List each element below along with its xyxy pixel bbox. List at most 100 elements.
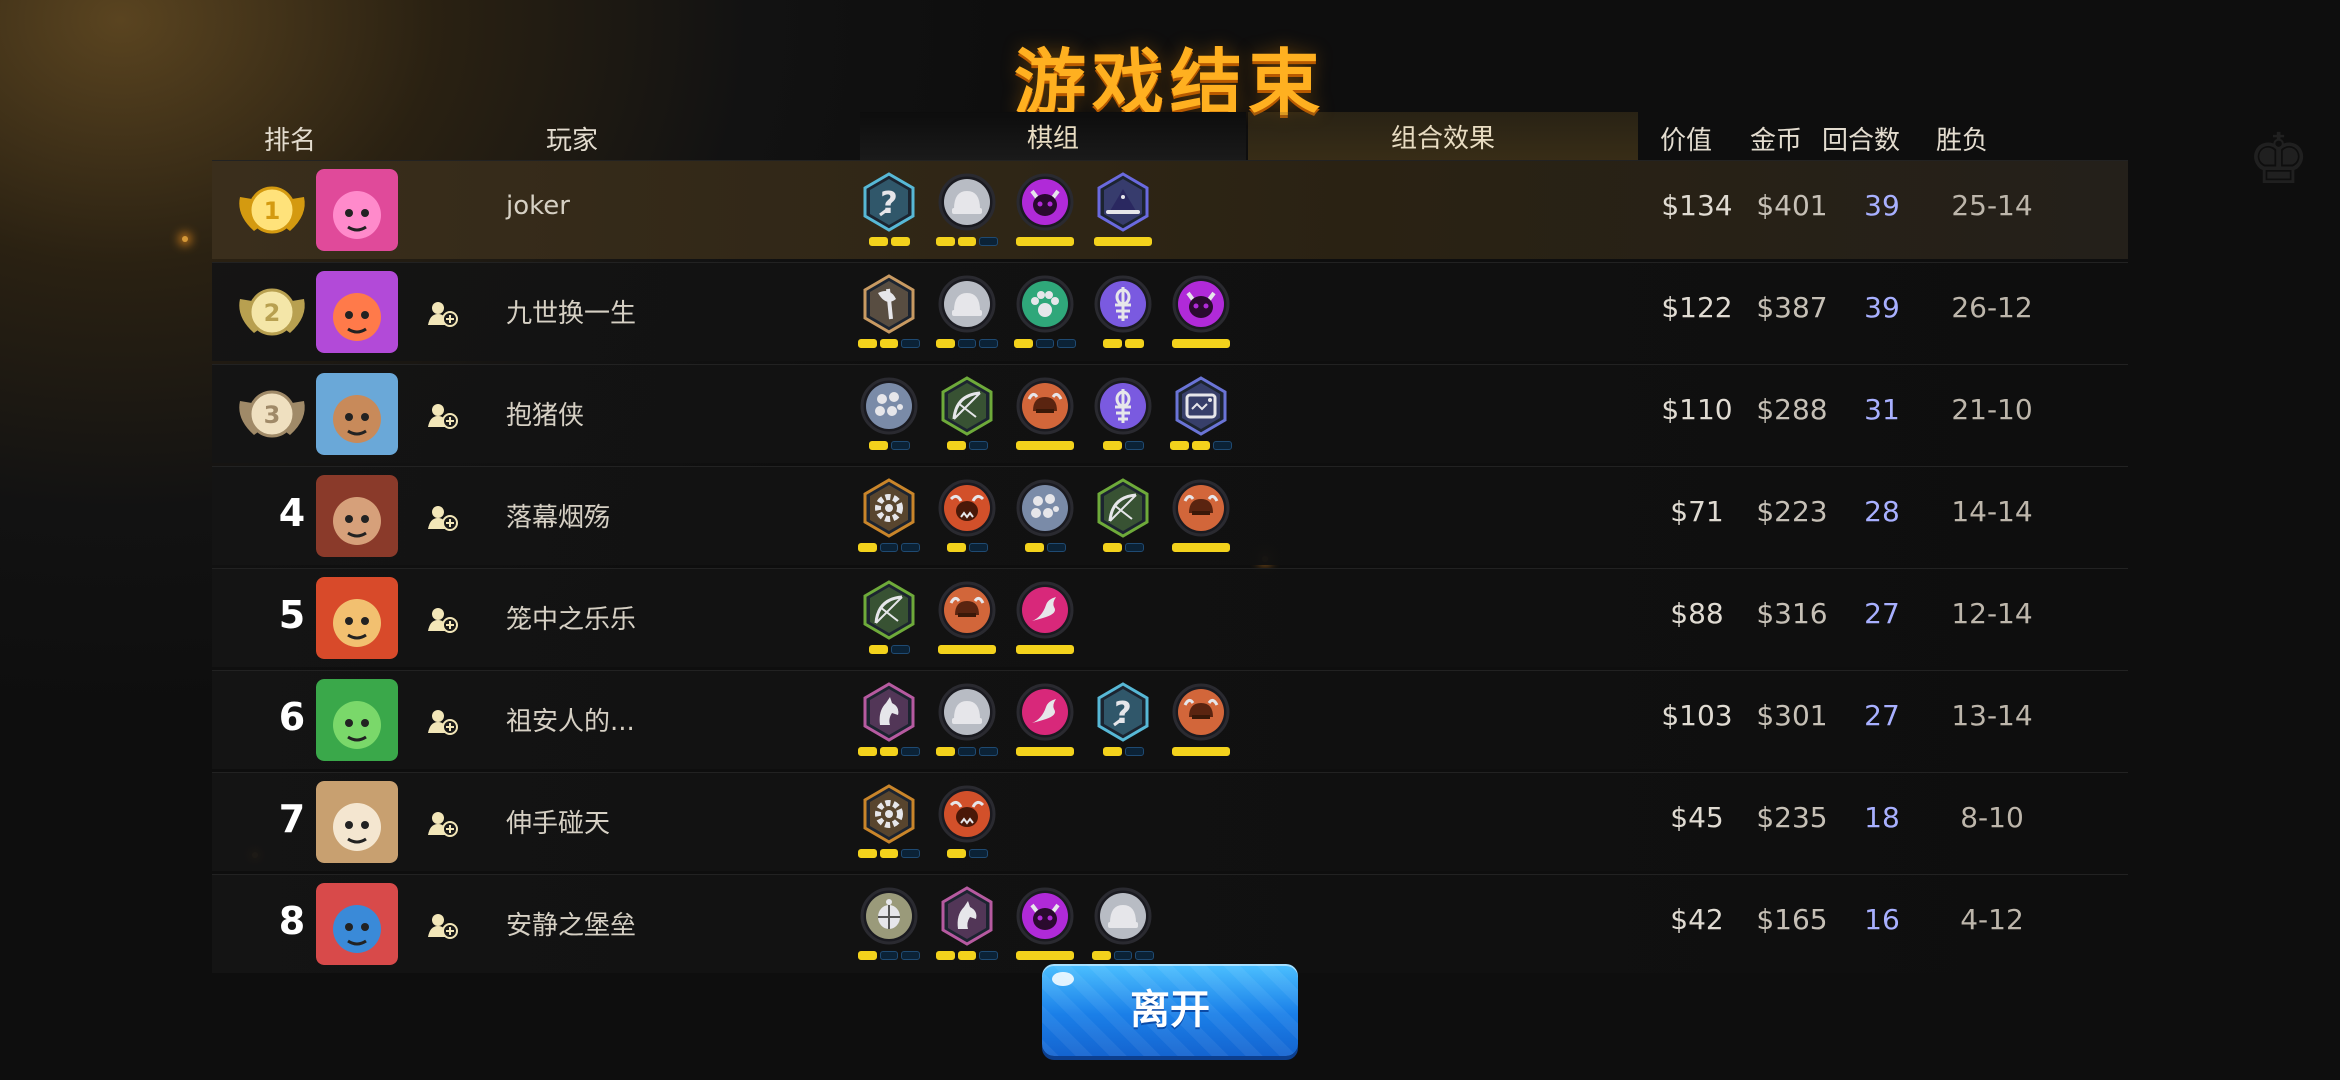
synergy-level-bar — [858, 543, 921, 552]
synergy-level-pip — [1172, 543, 1230, 552]
player-name: 落幕烟殇 — [506, 503, 611, 533]
player-avatar[interactable] — [316, 577, 398, 659]
crown-decoration-icon: ♚ — [2247, 118, 2310, 200]
tab-combo-effect[interactable]: 组合效果 — [1248, 112, 1638, 163]
tab-chess-group[interactable]: 棋组 — [860, 112, 1246, 160]
synergy-slot[interactable] — [858, 375, 920, 450]
player-avatar[interactable] — [316, 169, 398, 251]
add-friend-icon[interactable] — [426, 399, 458, 431]
fish-icon — [1092, 273, 1154, 335]
gear-icon — [858, 477, 920, 539]
synergy-level-pip — [1046, 543, 1066, 552]
header-rounds: 回合数 — [1822, 126, 1901, 156]
synergy-level-pip — [1016, 747, 1074, 756]
player-gold: $301 — [1756, 699, 1828, 732]
gear-icon — [858, 783, 920, 845]
synergy-slot[interactable] — [1170, 477, 1232, 552]
synergy-slot[interactable] — [936, 375, 998, 450]
player-avatar[interactable] — [316, 679, 398, 761]
synergy-slot[interactable] — [1014, 579, 1076, 654]
synergy-slot[interactable]: ? — [858, 171, 920, 246]
synergy-level-pip — [858, 747, 877, 756]
synergy-level-bar — [936, 849, 998, 858]
player-avatar[interactable] — [316, 373, 398, 455]
synergy-level-pip — [936, 951, 955, 960]
player-avatar[interactable] — [316, 271, 398, 353]
synergy-slot[interactable] — [1092, 885, 1155, 960]
synergy-slot[interactable] — [1170, 681, 1232, 756]
synergy-slot[interactable] — [1014, 375, 1076, 450]
player-gold: $316 — [1756, 597, 1828, 630]
synergy-slot[interactable] — [1014, 171, 1076, 246]
synergy-slot[interactable] — [936, 273, 999, 348]
player-row: 3 3 抱猪侠 $110$2883121-10 — [212, 364, 2128, 463]
synergy-slot[interactable] — [858, 477, 921, 552]
synergy-slot[interactable] — [1092, 171, 1154, 246]
synergy-level-pip — [1057, 339, 1077, 348]
tab-chess-label: 棋组 — [1026, 124, 1079, 154]
synergy-level-bar — [936, 747, 999, 756]
synergy-level-bar — [1014, 441, 1076, 450]
rank-medal-icon: 2 — [234, 279, 310, 345]
synergy-slot[interactable] — [858, 885, 921, 960]
synergy-level-pip — [946, 849, 966, 858]
question-icon: ? — [1092, 681, 1154, 743]
viking-icon — [936, 579, 998, 641]
player-value: $122 — [1661, 291, 1733, 324]
synergy-slot[interactable] — [1092, 477, 1154, 552]
player-avatar[interactable] — [316, 475, 398, 557]
synergy-slot[interactable] — [1092, 273, 1154, 348]
player-avatar[interactable] — [316, 883, 398, 965]
synergy-slot[interactable] — [1170, 273, 1232, 348]
player-value: $45 — [1670, 801, 1724, 834]
synergy-slot[interactable] — [858, 579, 920, 654]
add-friend-icon[interactable] — [426, 603, 458, 635]
synergy-level-bar — [1014, 237, 1076, 246]
synergy-level-bar — [1170, 747, 1232, 756]
synergy-slot[interactable] — [936, 171, 999, 246]
add-friend-icon[interactable] — [426, 807, 458, 839]
player-avatar[interactable] — [316, 781, 398, 863]
synergy-level-pip — [957, 339, 977, 348]
add-friend-icon[interactable] — [426, 297, 458, 329]
synergy-slot[interactable] — [936, 885, 999, 960]
synergy-slot[interactable] — [936, 579, 998, 654]
synergy-slot[interactable] — [858, 783, 921, 858]
add-friend-icon[interactable] — [426, 705, 458, 737]
synergy-slot[interactable] — [1014, 273, 1077, 348]
synergy-level-bar — [858, 747, 921, 756]
wizard-hat-icon — [1092, 171, 1154, 233]
table-header: 排名 玩家 棋组 组合效果 价值 金币 回合数 胜负 — [212, 112, 2128, 163]
add-friend-icon[interactable] — [426, 909, 458, 941]
synergy-level-pip — [979, 747, 999, 756]
synergy-level-bar — [858, 849, 921, 858]
synergy-level-pip — [968, 543, 988, 552]
synergy-level-pip — [1024, 543, 1044, 552]
synergy-level-pip — [946, 441, 966, 450]
player-rounds: 39 — [1864, 189, 1900, 222]
synergy-slot[interactable] — [1170, 375, 1233, 450]
player-name: 九世换一生 — [506, 299, 637, 329]
dragon-icon — [1014, 681, 1076, 743]
synergy-level-pip — [858, 339, 877, 348]
synergy-level-pip — [1035, 339, 1055, 348]
synergy-slot[interactable] — [936, 681, 999, 756]
synergy-slot[interactable] — [936, 477, 998, 552]
player-gold: $401 — [1756, 189, 1828, 222]
leave-button[interactable]: 离开 — [1042, 964, 1298, 1056]
synergy-slot[interactable] — [936, 783, 998, 858]
synergy-slot[interactable] — [1014, 477, 1076, 552]
synergy-slot[interactable] — [858, 273, 921, 348]
synergy-level-bar — [1014, 645, 1076, 654]
player-winloss: 21-10 — [1951, 393, 2033, 426]
synergy-slot[interactable] — [858, 681, 921, 756]
demon-icon — [1170, 273, 1232, 335]
synergy-slot[interactable] — [1014, 885, 1076, 960]
synergy-level-pip — [879, 747, 899, 756]
synergy-slot[interactable] — [1092, 375, 1154, 450]
synergy-slot[interactable] — [1014, 681, 1076, 756]
synergy-level-pip — [1016, 951, 1074, 960]
synergy-slot[interactable]: ? — [1092, 681, 1154, 756]
add-friend-icon[interactable] — [426, 501, 458, 533]
synergy-level-pip — [868, 237, 888, 246]
